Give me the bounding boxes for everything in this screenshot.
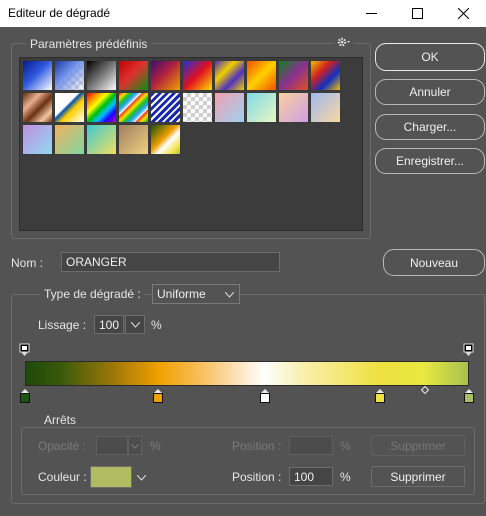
chevron-down-icon[interactable] xyxy=(137,475,146,481)
preset-swatch[interactable] xyxy=(182,92,213,123)
window-title: Editeur de dégradé xyxy=(8,6,111,20)
color-label: Couleur : xyxy=(38,470,87,484)
opacity-dropdown[interactable] xyxy=(128,436,142,455)
preset-swatch[interactable] xyxy=(310,60,341,91)
preset-swatch[interactable] xyxy=(182,60,213,91)
load-button[interactable]: Charger... xyxy=(375,114,485,140)
preset-swatch[interactable] xyxy=(214,92,245,123)
smoothness-input[interactable]: 100 xyxy=(94,315,124,334)
name-label: Nom : xyxy=(11,256,44,270)
cancel-button[interactable]: Annuler xyxy=(375,79,485,105)
close-button[interactable] xyxy=(440,0,486,27)
opacity-position-label: Position : xyxy=(232,439,282,453)
color-swatch[interactable] xyxy=(90,466,132,488)
gradient-type-value: Uniforme xyxy=(157,287,206,301)
opacity-stop-marker[interactable] xyxy=(463,343,475,357)
opacity-unit: % xyxy=(150,439,161,453)
opacity-position-input[interactable] xyxy=(289,436,333,455)
title-bar: Editeur de dégradé xyxy=(0,0,486,27)
color-position-input[interactable]: 100 xyxy=(289,467,333,486)
opacity-position-unit: % xyxy=(340,439,351,453)
delete-color-stop-button[interactable]: Supprimer xyxy=(371,466,465,487)
save-button[interactable]: Enregistrer... xyxy=(375,148,485,174)
gear-icon xyxy=(337,37,350,47)
preset-swatch[interactable] xyxy=(54,60,85,91)
color-stop-marker[interactable] xyxy=(374,388,386,404)
smoothness-label: Lissage : xyxy=(38,318,87,332)
preset-swatch[interactable] xyxy=(54,124,85,155)
color-stop-marker[interactable] xyxy=(152,388,164,404)
chevron-down-icon xyxy=(131,444,139,449)
stops-title: Arrêts xyxy=(40,413,81,427)
presets-menu-button[interactable] xyxy=(334,36,354,51)
color-stop-marker[interactable] xyxy=(463,388,475,404)
delete-opacity-stop-button[interactable]: Supprimer xyxy=(371,435,465,456)
preset-swatch[interactable] xyxy=(118,92,149,123)
minimize-button[interactable] xyxy=(348,0,394,27)
preset-swatch[interactable] xyxy=(22,124,53,155)
ok-button[interactable]: OK xyxy=(375,43,485,71)
presets-panel xyxy=(19,57,363,231)
preset-swatch[interactable] xyxy=(150,60,181,91)
preset-swatch[interactable] xyxy=(86,124,117,155)
gradient-type-select[interactable]: Uniforme xyxy=(152,284,240,304)
preset-swatch[interactable] xyxy=(150,92,181,123)
gradient-preview-bar[interactable] xyxy=(25,361,469,386)
presets-title: Paramètres prédéfinis xyxy=(26,37,152,51)
preset-swatch[interactable] xyxy=(278,92,309,123)
preset-swatch[interactable] xyxy=(214,60,245,91)
smoothness-unit: % xyxy=(151,318,162,332)
preset-swatch[interactable] xyxy=(118,124,149,155)
opacity-stop-marker[interactable] xyxy=(19,343,31,357)
preset-swatch[interactable] xyxy=(54,92,85,123)
preset-swatch[interactable] xyxy=(86,60,117,91)
chevron-down-icon xyxy=(131,322,140,328)
maximize-button[interactable] xyxy=(394,0,440,27)
close-icon xyxy=(457,8,469,19)
maximize-icon xyxy=(411,8,423,19)
minimize-icon xyxy=(365,13,377,14)
preset-swatch[interactable] xyxy=(86,92,117,123)
color-position-label: Position : xyxy=(232,470,282,484)
gradient-type-label: Type de dégradé : xyxy=(40,287,145,301)
chevron-down-icon xyxy=(225,292,234,298)
midpoint-diamond-icon[interactable] xyxy=(420,386,429,394)
preset-swatch[interactable] xyxy=(310,92,341,123)
name-input[interactable]: ORANGER xyxy=(61,252,280,272)
new-button[interactable]: Nouveau xyxy=(383,249,485,276)
smoothness-dropdown[interactable] xyxy=(125,315,145,334)
preset-swatch[interactable] xyxy=(22,60,53,91)
preset-swatch[interactable] xyxy=(150,124,181,155)
color-stop-marker[interactable] xyxy=(19,388,31,404)
color-stop-marker[interactable] xyxy=(259,388,271,404)
preset-swatch[interactable] xyxy=(246,92,277,123)
preset-swatch[interactable] xyxy=(246,60,277,91)
opacity-input[interactable] xyxy=(96,436,128,455)
color-position-unit: % xyxy=(340,470,351,484)
opacity-label: Opacité : xyxy=(38,439,87,453)
preset-swatch[interactable] xyxy=(278,60,309,91)
preset-swatch[interactable] xyxy=(22,92,53,123)
preset-swatch[interactable] xyxy=(118,60,149,91)
